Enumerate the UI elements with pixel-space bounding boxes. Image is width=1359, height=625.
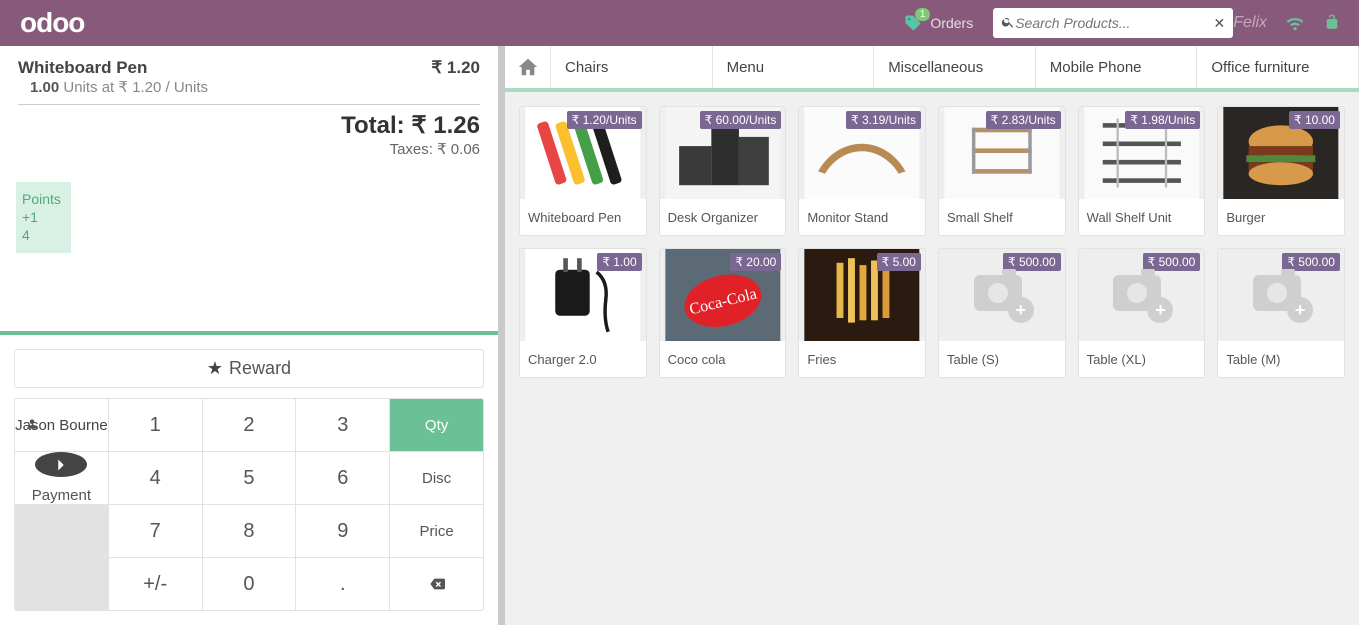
product-title: Table (XL) — [1079, 341, 1205, 377]
product-table-s-[interactable]: ₹ 500.00+Table (S) — [938, 248, 1066, 378]
order-tax: Taxes: ₹ 0.06 — [18, 140, 480, 158]
product-title: Small Shelf — [939, 199, 1065, 235]
numpad-dot[interactable]: . — [296, 558, 389, 610]
product-title: Fries — [799, 341, 925, 377]
payment-button[interactable]: Payment — [15, 452, 108, 504]
numpad-plusminus[interactable]: +/- — [109, 558, 202, 610]
top-bar: odoo 1 Orders ✕ Felix — [0, 0, 1359, 46]
search-box[interactable]: ✕ — [993, 8, 1233, 38]
product-title: Burger — [1218, 199, 1344, 235]
reward-button[interactable]: ★Reward — [14, 349, 484, 388]
person-icon — [25, 417, 39, 434]
category-miscellaneous[interactable]: Miscellaneous — [874, 46, 1036, 88]
product-table-m-[interactable]: ₹ 500.00+Table (M) — [1217, 248, 1345, 378]
numpad-7[interactable]: 7 — [109, 505, 202, 557]
product-title: Desk Organizer — [660, 199, 786, 235]
unlock-icon[interactable] — [1323, 13, 1341, 34]
category-chairs[interactable]: Chairs — [551, 46, 713, 88]
product-whiteboard-pen[interactable]: ₹ 1.20/Units Whiteboard Pen — [519, 106, 647, 236]
orderline-detail: 1.00 Units at ₹ 1.20 / Units — [30, 78, 480, 96]
numpad-3[interactable]: 3 — [296, 399, 389, 451]
category-office-furniture[interactable]: Office furniture — [1197, 46, 1359, 88]
mode-qty[interactable]: Qty — [390, 399, 483, 451]
product-small-shelf[interactable]: ₹ 2.83/Units Small Shelf — [938, 106, 1066, 236]
category-mobile-phone[interactable]: Mobile Phone — [1036, 46, 1198, 88]
customer-button[interactable]: Jason Bourne — [15, 399, 108, 451]
star-icon: ★ — [207, 358, 223, 378]
search-input[interactable] — [1015, 15, 1213, 31]
product-grid: ₹ 1.20/Units Whiteboard Pen ₹ 60.00/Units D… — [505, 92, 1359, 392]
orders-count-badge: 1 — [915, 8, 931, 21]
product-charger-2-0[interactable]: ₹ 1.00 Charger 2.0 — [519, 248, 647, 378]
user-name[interactable]: Felix — [1233, 14, 1267, 32]
orders-button[interactable]: 1 Orders — [904, 14, 973, 32]
numpad-5[interactable]: 5 — [203, 452, 296, 504]
price-badge: ₹ 20.00 — [730, 253, 781, 271]
order-total: Total: ₹ 1.26 — [18, 111, 480, 140]
category-menu[interactable]: Menu — [713, 46, 875, 88]
brand-logo: odoo — [20, 7, 84, 39]
points-box: Points +1 4 — [16, 182, 71, 253]
numpad-backspace[interactable] — [390, 558, 483, 610]
orderline-price: ₹ 1.20 — [431, 58, 480, 78]
price-badge: ₹ 5.00 — [877, 253, 921, 271]
product-desk-organizer[interactable]: ₹ 60.00/Units Desk Organizer — [659, 106, 787, 236]
price-badge: ₹ 60.00/Units — [700, 111, 782, 129]
price-badge: ₹ 10.00 — [1289, 111, 1340, 129]
price-badge: ₹ 1.98/Units — [1125, 111, 1200, 129]
orderline-product: Whiteboard Pen — [18, 58, 147, 78]
product-wall-shelf-unit[interactable]: ₹ 1.98/Units Wall Shelf Unit — [1078, 106, 1206, 236]
product-fries[interactable]: ₹ 5.00 Fries — [798, 248, 926, 378]
numpad-8[interactable]: 8 — [203, 505, 296, 557]
product-table-xl-[interactable]: ₹ 500.00+Table (XL) — [1078, 248, 1206, 378]
product-title: Coco cola — [660, 341, 786, 377]
price-badge: ₹ 2.83/Units — [986, 111, 1061, 129]
clear-search-icon[interactable]: ✕ — [1213, 15, 1225, 32]
numpad-1[interactable]: 1 — [109, 399, 202, 451]
numpad-6[interactable]: 6 — [296, 452, 389, 504]
numpad-9[interactable]: 9 — [296, 505, 389, 557]
chevron-right-icon — [35, 452, 87, 477]
product-monitor-stand[interactable]: ₹ 3.19/Units Monitor Stand — [798, 106, 926, 236]
category-bar: ChairsMenuMiscellaneousMobile PhoneOffic… — [505, 46, 1359, 92]
numpad-4[interactable]: 4 — [109, 452, 202, 504]
order-panel: Whiteboard Pen ₹ 1.20 1.00 Units at ₹ 1.… — [0, 46, 505, 625]
numpad: Jason Bourne 1 2 3 Qty Payment 4 5 6 Dis… — [14, 398, 484, 611]
product-title: Monitor Stand — [799, 199, 925, 235]
price-badge: ₹ 1.20/Units — [567, 111, 642, 129]
product-title: Table (S) — [939, 341, 1065, 377]
product-title: Whiteboard Pen — [520, 199, 646, 235]
price-badge: ₹ 1.00 — [597, 253, 641, 271]
product-coco-cola[interactable]: ₹ 20.00Coca-ColaCoco cola — [659, 248, 787, 378]
product-title: Charger 2.0 — [520, 341, 646, 377]
tag-icon: 1 — [904, 14, 922, 32]
wifi-icon — [1285, 12, 1305, 35]
orders-label: Orders — [930, 15, 973, 31]
product-title: Table (M) — [1218, 341, 1344, 377]
product-burger[interactable]: ₹ 10.00 Burger — [1217, 106, 1345, 236]
home-button[interactable] — [505, 46, 551, 88]
mode-price[interactable]: Price — [390, 505, 483, 557]
numpad-2[interactable]: 2 — [203, 399, 296, 451]
price-badge: ₹ 3.19/Units — [846, 111, 921, 129]
numpad-0[interactable]: 0 — [203, 558, 296, 610]
mode-disc[interactable]: Disc — [390, 452, 483, 504]
product-title: Wall Shelf Unit — [1079, 199, 1205, 235]
search-icon — [1001, 15, 1015, 32]
